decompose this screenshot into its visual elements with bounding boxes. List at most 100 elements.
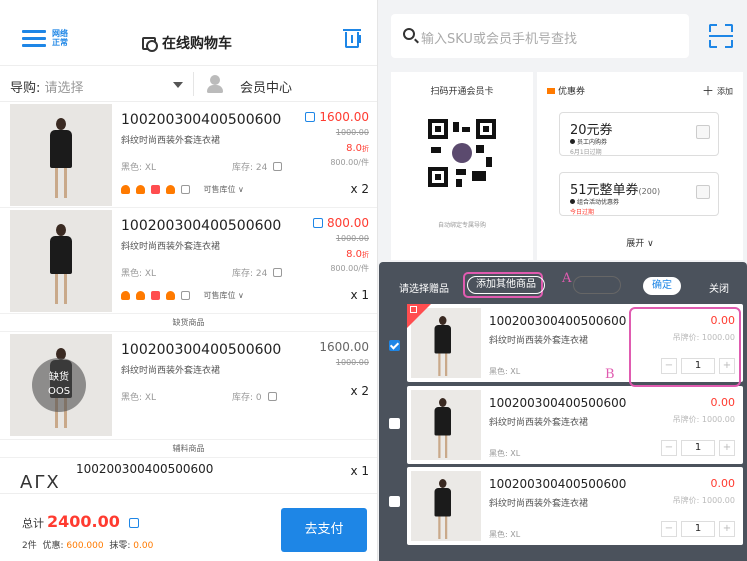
product-stock: 库存: 24	[232, 160, 283, 173]
product-name: 斜纹时尚西装外套连衣裙	[121, 366, 221, 376]
gift-checkbox[interactable]	[389, 340, 400, 351]
gift-icon	[166, 290, 175, 300]
stock-info-icon[interactable]	[267, 392, 277, 401]
product-attr: 黑色: XL	[489, 367, 521, 376]
minus-button[interactable]: −	[661, 521, 677, 537]
coupon-title: 优惠券	[547, 84, 585, 97]
product-sku: 100200300400500600	[489, 477, 627, 491]
quantity-stepper[interactable]: −1 +	[661, 521, 735, 537]
coupon-icon	[136, 184, 145, 194]
coupon-item[interactable]: 20元券 员工内购券 6月1日过期	[559, 112, 719, 156]
heart-icon	[121, 184, 130, 194]
guide-select[interactable]: 导购: 请选择	[10, 77, 84, 96]
annotation-label-b: B	[605, 367, 615, 382]
coupon-desc: 员工内购券	[570, 137, 607, 146]
item-qty: x 1	[350, 288, 369, 302]
item-qty: x 2	[350, 384, 369, 398]
original-price: 1000.00	[335, 358, 369, 367]
expand-button[interactable]: 展开 ∨	[537, 236, 743, 249]
gift-price: 0.00	[710, 477, 736, 490]
close-button[interactable]: 关闭	[709, 280, 729, 295]
member-card-hint: 自动绑定专属导购	[437, 222, 486, 229]
discount-rate: 8.0折	[346, 143, 369, 154]
quantity-value[interactable]: 1	[681, 440, 715, 456]
image-icon	[181, 184, 190, 194]
minus-button[interactable]: −	[661, 440, 677, 456]
gift-item[interactable]: 100200300400500600 斜纹时尚西装外套连衣裙 黑色: XL 0.…	[407, 467, 743, 545]
product-name: 斜纹时尚西装外套连衣裙	[489, 418, 589, 428]
edit-icon[interactable]	[313, 218, 323, 228]
product-attr: 黑色: XL	[489, 530, 521, 539]
gift-select-panel: 请选择赠品 添加其他商品 A 确定 关闭 100200300400500600 …	[379, 262, 747, 561]
caret-down-icon[interactable]	[173, 82, 183, 88]
coupon-checkbox[interactable]	[696, 125, 710, 139]
product-sku: 100200300400500600	[121, 342, 282, 358]
pay-button[interactable]: 去支付	[281, 508, 367, 552]
product-image	[411, 471, 481, 541]
cart-check-icon	[142, 37, 158, 52]
guide-row: 导购: 请选择 会员中心	[0, 66, 377, 102]
promo-tags: 可售库位 ∨	[121, 182, 244, 194]
oos-badge: 缺货 OOS	[32, 358, 86, 412]
brand-logo: AΓX	[20, 472, 61, 493]
item-qty: x 1	[350, 464, 369, 478]
stock-position-select[interactable]: 可售库位 ∨	[204, 290, 244, 301]
cart-title: 在线购物车	[142, 33, 232, 53]
product-image: 缺货 OOS	[10, 334, 112, 436]
coupon-icon	[136, 290, 145, 300]
annotation-box-b	[629, 307, 741, 387]
product-sku: 100200300400500600	[76, 462, 214, 476]
product-sku: 100200300400500600	[489, 314, 627, 328]
coupon-card: 优惠券 ＋添加 20元券 员工内购券 6月1日过期 51元整单券(200) 组合…	[537, 72, 743, 260]
coupon-checkbox[interactable]	[696, 185, 710, 199]
gift-price: 0.00	[710, 396, 736, 409]
member-card-title: 扫码开通会员卡	[430, 87, 494, 97]
qr-code[interactable]	[428, 119, 496, 187]
aux-item[interactable]: AΓX 100200300400500600 x 1	[0, 458, 377, 498]
item-price[interactable]: 1600.00	[305, 110, 369, 124]
coupon-icon	[547, 88, 555, 94]
total: 总计 2400.00	[22, 512, 143, 531]
cart-item[interactable]: 100200300400500600 斜纹时尚西装外套连衣裙 黑色: XL 库存…	[0, 102, 377, 208]
member-center-button[interactable]: 会员中心	[240, 77, 292, 96]
coupon-item[interactable]: 51元整单券(200) 组合活动优惠券 今日过期	[559, 172, 719, 216]
product-stock: 库存: 0	[232, 390, 277, 403]
trash-icon[interactable]	[343, 29, 361, 48]
gift-icon	[166, 184, 175, 194]
checkout-footer: 总计 2400.00 2件 优惠: 600.000 抹零: 0.00 去支付	[0, 493, 377, 561]
add-other-button[interactable]: 添加其他商品	[467, 276, 545, 294]
product-stock: 库存: 24	[232, 266, 283, 279]
oos-item[interactable]: 缺货 OOS 100200300400500600 斜纹时尚西装外套连衣裙 黑色:…	[0, 332, 377, 440]
scan-icon[interactable]	[709, 24, 733, 48]
edit-icon[interactable]	[305, 112, 316, 122]
unit-price: 800.00/件	[330, 158, 369, 167]
gift-checkbox[interactable]	[389, 496, 400, 507]
search-input[interactable]: 输入SKU或会员手机号查找	[421, 28, 577, 47]
plus-button[interactable]: +	[719, 440, 735, 456]
quantity-stepper[interactable]: −1 +	[661, 440, 735, 456]
image-icon	[181, 290, 190, 300]
plus-button[interactable]: +	[719, 521, 735, 537]
product-attr: 黑色: XL	[121, 163, 157, 173]
aux-section-label: 辅料商品	[0, 440, 377, 458]
unit-price: 800.00/件	[330, 264, 369, 273]
quantity-value[interactable]: 1	[681, 521, 715, 537]
gift-item[interactable]: 100200300400500600 斜纹时尚西装外套连衣裙 黑色: XL 0.…	[407, 386, 743, 464]
right-panel: 输入SKU或会员手机号查找 扫码开通会员卡 自动绑定专属导购 优惠券 ＋ 添加 …	[379, 0, 747, 561]
cart-item[interactable]: 100200300400500600 斜纹时尚西装外套连衣裙 黑色: XL 库存…	[0, 208, 377, 314]
stock-info-icon[interactable]	[273, 162, 283, 171]
discount-rate: 8.0折	[346, 249, 369, 260]
original-price: 1000.00	[335, 128, 369, 137]
item-price[interactable]: 800.00	[313, 216, 369, 230]
search-box[interactable]: 输入SKU或会员手机号查找	[391, 14, 689, 58]
stock-info-icon[interactable]	[273, 268, 283, 277]
gift-checkbox[interactable]	[389, 418, 400, 429]
product-name: 斜纹时尚西装外套连衣裙	[121, 242, 221, 252]
add-coupon-button[interactable]: ＋添加	[702, 82, 733, 99]
product-name: 斜纹时尚西装外套连衣裙	[489, 499, 589, 509]
edit-icon[interactable]	[129, 518, 140, 528]
stock-position-select[interactable]: 可售库位 ∨	[204, 184, 244, 195]
menu-icon[interactable]	[22, 30, 46, 48]
member-icon[interactable]	[207, 75, 225, 93]
confirm-button[interactable]: 确定	[643, 277, 681, 295]
